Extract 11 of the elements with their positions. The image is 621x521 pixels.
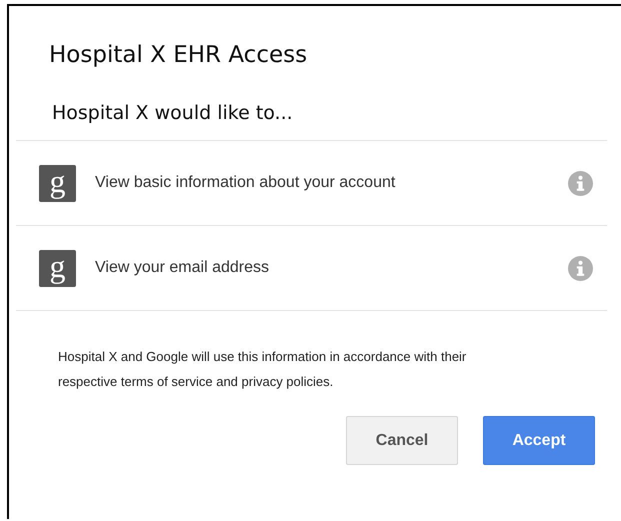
cancel-button[interactable]: Cancel — [346, 416, 458, 465]
accept-button[interactable]: Accept — [483, 416, 595, 465]
app-icon: g — [39, 250, 76, 286]
permission-label: View your email address — [95, 259, 270, 277]
app-icon: g — [39, 164, 76, 202]
permission-label: View basic information about your account — [95, 174, 396, 192]
dialog-title: Hospital X EHR Access — [48, 41, 308, 68]
dialog-subtitle: Hospital X would like to... — [51, 101, 294, 126]
info-icon[interactable] — [568, 256, 593, 280]
info-icon[interactable] — [568, 170, 593, 196]
notice-text: Hospital X and Google will use this information in accordance with their respective terms of service and privacy policies. — [58, 348, 468, 391]
